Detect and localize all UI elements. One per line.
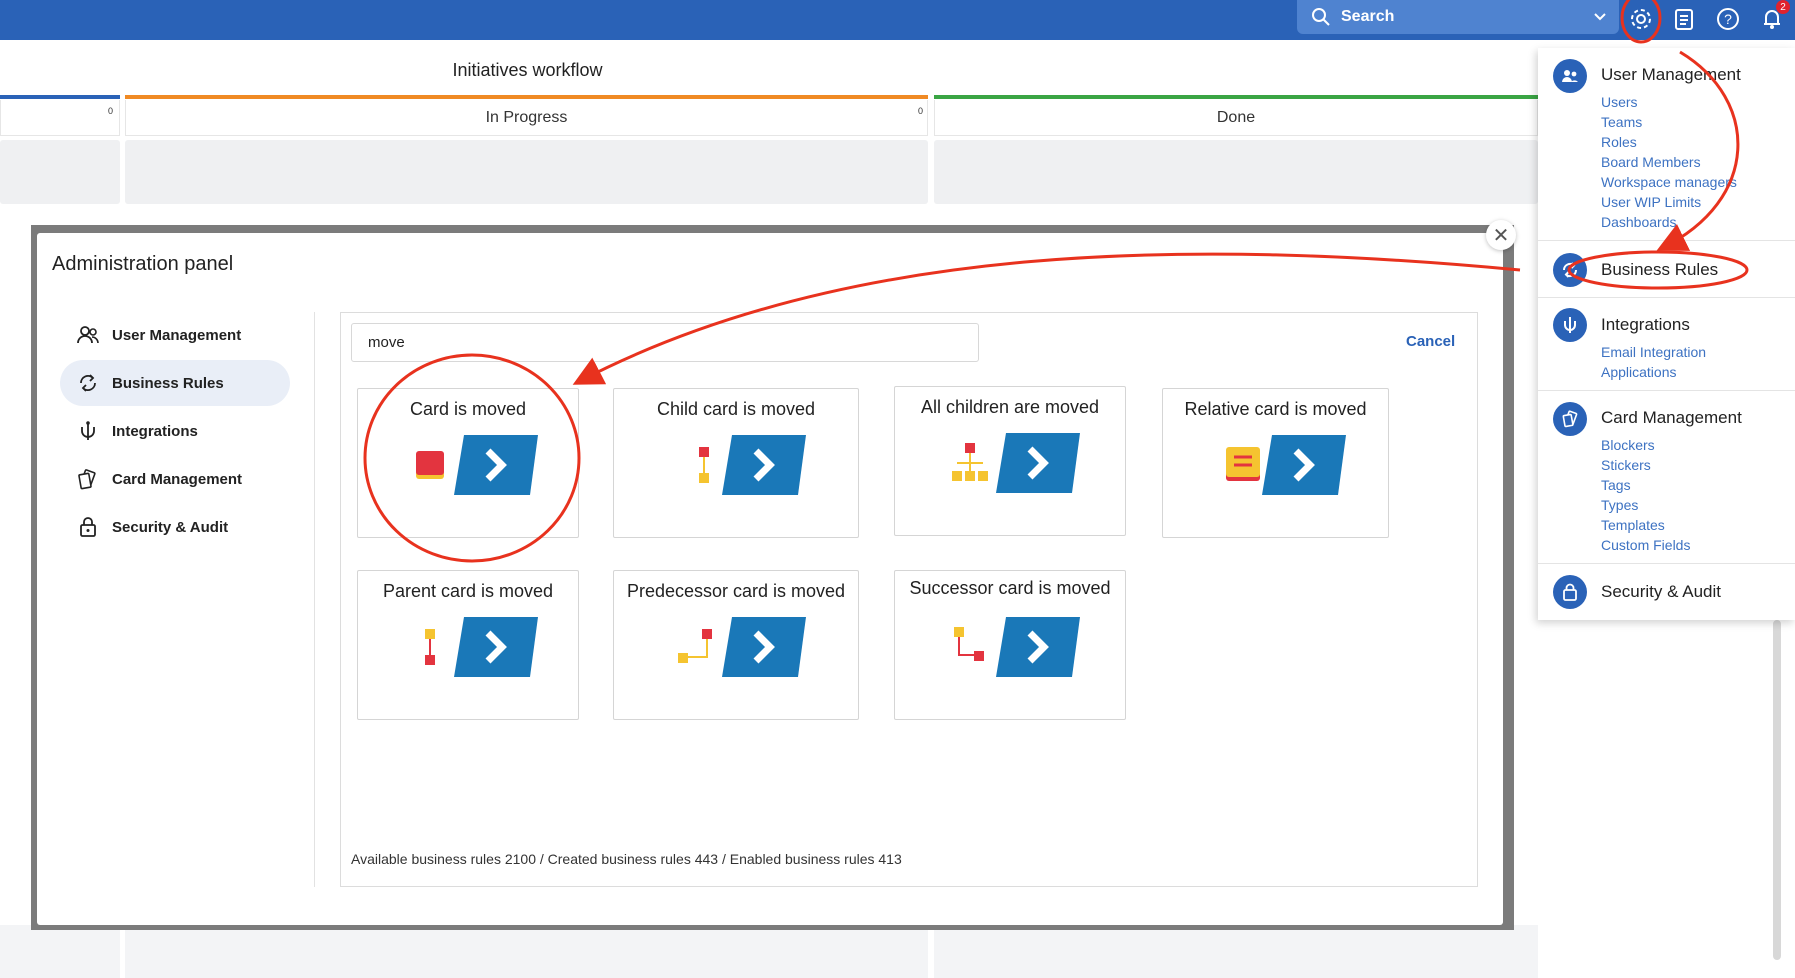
menu-section-security-audit[interactable]: Security & Audit <box>1601 582 1721 602</box>
rule-card-label: Parent card is moved <box>382 581 554 601</box>
column-body <box>0 140 120 204</box>
modal-title: Administration panel <box>52 253 234 275</box>
rule-search-input[interactable]: move <box>351 323 979 362</box>
help-icon[interactable]: ? <box>1714 5 1742 33</box>
users-icon <box>1553 59 1587 93</box>
column-color-bar <box>125 95 928 99</box>
card-moved-icon <box>416 435 538 495</box>
rule-card-label: All children are moved <box>920 397 1100 417</box>
rule-card-card-is-moved[interactable]: Card is moved <box>357 388 579 538</box>
cards-icon <box>1553 402 1587 436</box>
lock-icon <box>1553 575 1587 609</box>
rule-card-successor-card-is-moved[interactable]: Successor card is moved <box>894 570 1126 720</box>
column-color-bar <box>0 95 120 99</box>
menu-link-roles[interactable]: Roles <box>1601 134 1637 150</box>
rule-search-value: move <box>368 334 405 351</box>
rule-card-label: Predecessor card is moved <box>626 581 846 601</box>
menu-section-user-management[interactable]: User Management <box>1601 65 1741 85</box>
scrollbar[interactable] <box>1773 620 1781 960</box>
menu-section-card-management[interactable]: Card Management <box>1601 408 1742 428</box>
clipboard-icon[interactable] <box>1670 5 1698 33</box>
rule-card-parent-card-is-moved[interactable]: Parent card is moved <box>357 570 579 720</box>
column-body-lower <box>125 925 928 978</box>
menu-divider <box>1538 297 1795 298</box>
menu-link-users[interactable]: Users <box>1601 94 1638 110</box>
rule-card-label: Relative card is moved <box>1184 399 1367 419</box>
sidebar-item-label: Business Rules <box>112 374 224 392</box>
column-header[interactable]: In Progress <box>125 100 928 136</box>
menu-link-user-wip-limits[interactable]: User WIP Limits <box>1601 194 1701 210</box>
sidebar-divider <box>314 312 315 887</box>
relative-card-moved-icon <box>1225 435 1346 495</box>
rule-card-label: Card is moved <box>409 399 527 419</box>
column-color-bar <box>934 95 1538 99</box>
lock-icon <box>76 515 100 539</box>
menu-link-applications[interactable]: Applications <box>1601 364 1677 380</box>
child-card-moved-icon <box>699 435 806 495</box>
rules-stats-footer: Available business rules 2100 / Created … <box>351 851 902 867</box>
predecessor-card-moved-icon <box>678 617 806 677</box>
menu-link-templates[interactable]: Templates <box>1601 517 1665 533</box>
refresh-icon <box>1553 253 1587 287</box>
rule-card-child-card-is-moved[interactable]: Child card is moved <box>613 388 859 538</box>
search-icon <box>1312 8 1330 26</box>
menu-link-tags[interactable]: Tags <box>1601 477 1631 493</box>
menu-divider <box>1538 563 1795 564</box>
menu-link-custom-fields[interactable]: Custom Fields <box>1601 537 1690 553</box>
menu-link-board-members[interactable]: Board Members <box>1601 154 1701 170</box>
rule-card-relative-card-is-moved[interactable]: Relative card is moved <box>1162 388 1389 538</box>
sidebar-item-label: User Management <box>112 326 242 344</box>
global-search[interactable]: Search <box>1297 0 1619 34</box>
search-label: Search <box>1341 8 1395 25</box>
column-header[interactable] <box>0 100 120 136</box>
sidebar-item-card-management[interactable]: Card Management <box>60 456 290 502</box>
column-body-lower <box>0 925 120 978</box>
sidebar-item-label: Security & Audit <box>112 518 229 536</box>
rule-card-all-children-are-moved[interactable]: All children are moved <box>894 386 1126 536</box>
menu-link-blockers[interactable]: Blockers <box>1601 437 1655 453</box>
menu-section-integrations[interactable]: Integrations <box>1601 315 1690 335</box>
menu-link-types[interactable]: Types <box>1601 497 1638 513</box>
rule-card-label: Child card is moved <box>656 399 816 419</box>
svg-text:?: ? <box>1724 11 1732 27</box>
close-icon: ✕ <box>1492 224 1510 247</box>
chevron-down-icon[interactable] <box>1593 12 1607 22</box>
board-title: Initiatives workflow <box>452 60 603 80</box>
column-body-lower <box>934 925 1538 978</box>
rule-card-label: Successor card is moved <box>909 578 1111 598</box>
menu-link-teams[interactable]: Teams <box>1601 114 1642 130</box>
successor-card-moved-icon <box>954 617 1080 677</box>
sidebar-item-label: Card Management <box>112 470 243 488</box>
close-button[interactable]: ✕ <box>1486 220 1516 250</box>
sidebar-item-user-management[interactable]: User Management <box>60 312 290 358</box>
rule-card-predecessor-card-is-moved[interactable]: Predecessor card is moved <box>613 570 859 720</box>
cards-icon <box>76 467 100 491</box>
sidebar-item-security-audit[interactable]: Security & Audit <box>60 504 290 550</box>
sidebar-item-integrations[interactable]: Integrations <box>60 408 290 454</box>
parent-card-moved-icon <box>425 617 538 677</box>
cancel-button[interactable]: Cancel <box>1406 333 1455 350</box>
menu-link-dashboards[interactable]: Dashboards <box>1601 214 1677 230</box>
sidebar-item-business-rules[interactable]: Business Rules <box>60 360 290 406</box>
plug-icon <box>76 419 100 443</box>
column-body <box>934 140 1538 204</box>
menu-link-email-integration[interactable]: Email Integration <box>1601 344 1706 360</box>
notification-badge: 2 <box>1776 0 1790 14</box>
column-header[interactable]: Done <box>934 100 1538 136</box>
menu-link-workspace-managers[interactable]: Workspace managers <box>1601 174 1737 190</box>
gear-icon[interactable] <box>1627 5 1655 33</box>
column-count: 0 <box>108 106 114 116</box>
column-count: 0 <box>918 106 924 116</box>
users-icon <box>76 323 100 347</box>
menu-link-stickers[interactable]: Stickers <box>1601 457 1651 473</box>
menu-divider <box>1538 240 1795 241</box>
all-children-moved-icon <box>952 433 1080 493</box>
menu-section-business-rules[interactable]: Business Rules <box>1601 260 1718 280</box>
menu-divider <box>1538 390 1795 391</box>
sidebar-item-label: Integrations <box>112 422 198 440</box>
plug-icon <box>1553 308 1587 342</box>
refresh-icon <box>76 371 100 395</box>
column-body <box>125 140 928 204</box>
